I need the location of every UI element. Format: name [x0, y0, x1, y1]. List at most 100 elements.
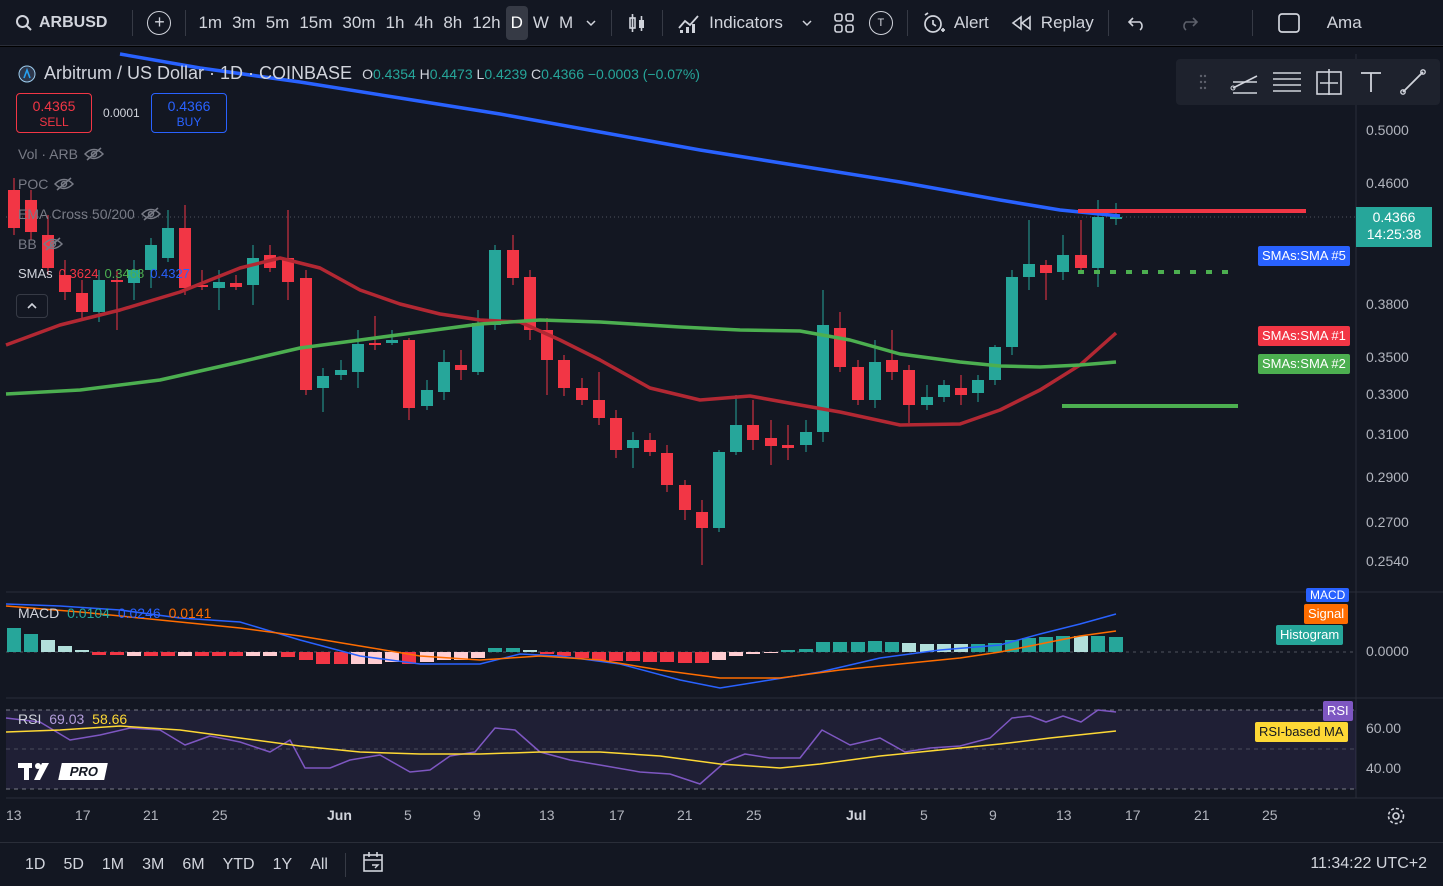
- rsi-legend[interactable]: RSI 69.03 58.66: [18, 711, 127, 727]
- indicator-smas[interactable]: SMAs 0.3624 0.3468 0.4327: [18, 266, 190, 281]
- macd-histogram-bar: [1091, 636, 1105, 652]
- eye-off-icon[interactable]: [140, 207, 161, 221]
- macd-histogram-bar: [178, 652, 192, 656]
- tradingview-logo[interactable]: PRO: [16, 760, 108, 782]
- range-1M[interactable]: 1M: [93, 856, 133, 874]
- macd-histogram-bar: [712, 652, 726, 660]
- time-tick-label: 21: [677, 807, 693, 823]
- change-value: −0.0003 (−0.07%): [587, 65, 700, 82]
- chart-legend: Arbitrum / US Dollar · 1D · COINBASE O0.…: [18, 63, 700, 84]
- macd-label: MACD: [18, 605, 60, 621]
- buy-button[interactable]: 0.4366 BUY: [151, 93, 227, 133]
- macd-histogram-bar: [246, 652, 260, 656]
- time-tick-label: 21: [1194, 807, 1210, 823]
- brush-tool-button[interactable]: [1395, 64, 1431, 100]
- indicator-ema-cross-label: EMA Cross 50/200: [18, 206, 135, 222]
- macd-zero-label: 0.0000: [1366, 643, 1409, 659]
- range-All[interactable]: All: [301, 856, 337, 874]
- range-YTD[interactable]: YTD: [214, 856, 264, 874]
- drawing-toolbar: [1176, 59, 1440, 105]
- macd-histogram-bar: [195, 652, 209, 656]
- indicator-vol-label: Vol · ARB: [18, 146, 78, 162]
- rsi-60-label: 60.00: [1366, 720, 1402, 736]
- candle: [213, 282, 225, 288]
- range-1Y[interactable]: 1Y: [264, 856, 302, 874]
- candle: [903, 370, 915, 405]
- close-label: C: [531, 65, 542, 82]
- sell-label: SELL: [39, 115, 69, 129]
- macd-histogram-bar: [592, 652, 606, 660]
- candle: [713, 452, 725, 528]
- indicator-smas-label: SMAs: [18, 266, 53, 281]
- macd-histogram-bar: [643, 652, 657, 662]
- eye-off-icon[interactable]: [83, 147, 104, 161]
- measure-tools-button[interactable]: [1311, 64, 1347, 100]
- macd-histogram-bar: [1109, 637, 1123, 652]
- candle: [300, 278, 312, 390]
- bar-countdown: 14:25:38: [1366, 226, 1422, 242]
- candle: [817, 325, 829, 432]
- candle: [472, 323, 484, 372]
- indicator-vol[interactable]: Vol · ARB: [18, 146, 104, 162]
- candle: [800, 432, 812, 445]
- signal-tag: Signal: [1304, 604, 1349, 624]
- macd-histogram-bar: [678, 652, 692, 663]
- range-1D[interactable]: 1D: [16, 856, 54, 874]
- macd-histogram-bar: [781, 650, 795, 652]
- indicator-bb[interactable]: BB: [18, 236, 63, 252]
- time-tick-label: 13: [1056, 807, 1072, 823]
- indicator-poc-label: POC: [18, 176, 49, 192]
- macd-histogram-bar: [506, 648, 520, 652]
- macd-histogram-bar: [816, 642, 830, 652]
- candle: [782, 445, 794, 448]
- candle: [352, 344, 364, 372]
- range-6M[interactable]: 6M: [173, 856, 213, 874]
- text-tool-button[interactable]: [1353, 64, 1389, 100]
- eye-off-icon[interactable]: [42, 237, 63, 251]
- macd-histogram-bar: [971, 644, 985, 652]
- candle: [747, 425, 759, 440]
- indicator-ema-cross[interactable]: EMA Cross 50/200: [18, 206, 161, 222]
- chevron-up-icon: [27, 302, 37, 309]
- macd-legend[interactable]: MACD 0.0104 0.0246 0.0141: [18, 605, 211, 621]
- rsi-label: RSI: [18, 711, 42, 727]
- candle: [1057, 255, 1069, 272]
- time-tick-label: 21: [143, 807, 159, 823]
- range-5D[interactable]: 5D: [54, 856, 92, 874]
- rsi-ma-tag: RSI-based MA: [1255, 722, 1348, 742]
- sell-button[interactable]: 0.4365 SELL: [16, 93, 92, 133]
- settings-button[interactable]: [1386, 806, 1406, 831]
- macd-hist-value: 0.0104: [67, 605, 110, 621]
- symbol-title: Arbitrum / US Dollar · 1D · COINBASE: [44, 63, 353, 83]
- time-tick-label: 5: [404, 807, 412, 823]
- fib-tools-button[interactable]: [1269, 64, 1305, 100]
- time-tick-label: 17: [1125, 807, 1141, 823]
- macd-histogram-bar: [92, 652, 106, 655]
- trend-tools-button[interactable]: [1227, 64, 1263, 100]
- drag-handle[interactable]: [1185, 64, 1221, 100]
- macd-histogram-bar: [523, 650, 537, 652]
- tradingview-logo-icon: [18, 763, 49, 780]
- last-price-badge: 0.4366 14:25:38: [1356, 207, 1432, 247]
- price-tick-label: 0.2900: [1366, 469, 1409, 485]
- macd-histogram-bar: [902, 643, 916, 652]
- indicator-poc[interactable]: POC: [18, 176, 75, 192]
- macd-histogram-bar: [281, 652, 295, 657]
- candle: [162, 228, 174, 258]
- price-tick-label: 0.2700: [1366, 514, 1409, 530]
- macd-histogram-bar: [316, 652, 330, 664]
- price-pane: [6, 54, 1356, 592]
- macd-histogram-bar: [299, 652, 313, 660]
- rsi-ma-value: 58.66: [92, 711, 128, 727]
- clock[interactable]: 11:34:22 UTC+2: [1310, 855, 1427, 873]
- sma2-value: 0.3468: [104, 266, 145, 281]
- range-3M[interactable]: 3M: [133, 856, 173, 874]
- eye-off-icon[interactable]: [54, 177, 75, 191]
- collapse-legend-button[interactable]: [16, 294, 48, 318]
- macd-histogram-bar: [540, 652, 554, 654]
- candle: [507, 250, 519, 278]
- goto-date-button[interactable]: [354, 851, 394, 878]
- last-price-value: 0.4366: [1372, 209, 1416, 225]
- sell-price: 0.4365: [32, 98, 76, 114]
- pencil-icon: [1400, 69, 1426, 95]
